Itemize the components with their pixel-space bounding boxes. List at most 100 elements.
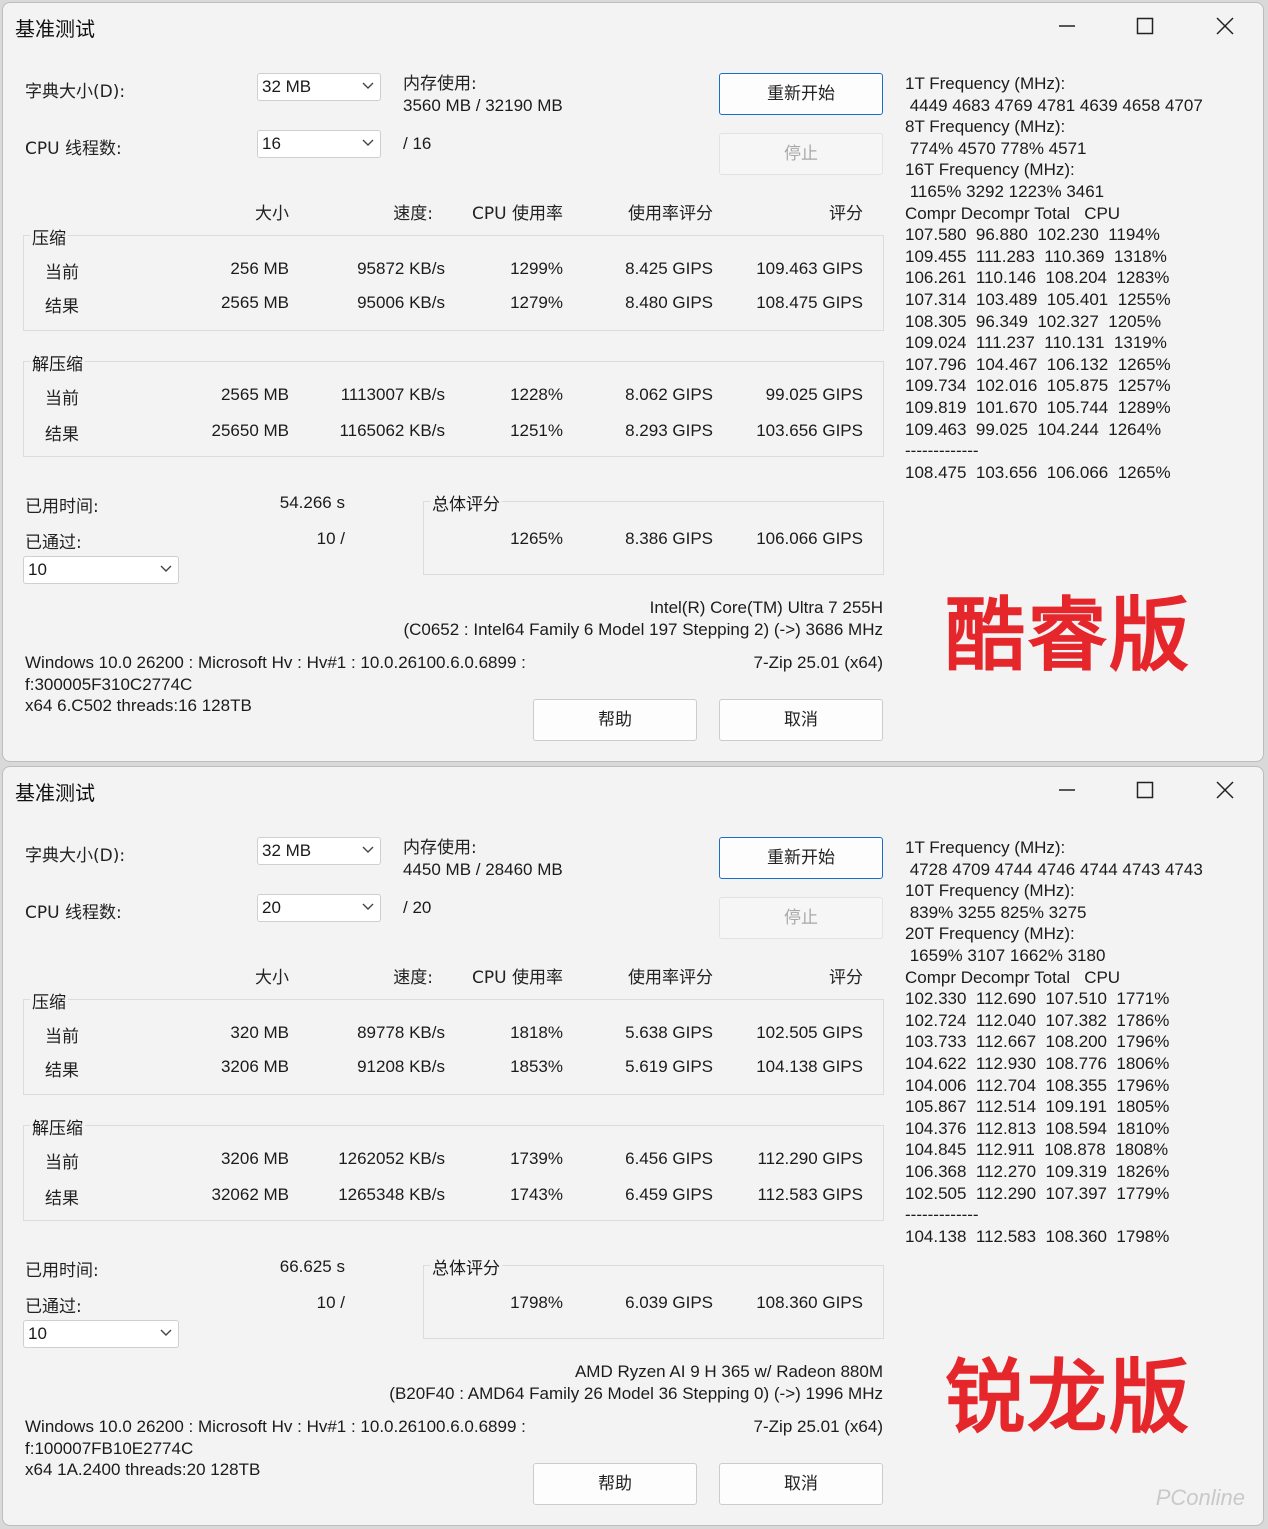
- decompress-result-rating: 112.583 GIPS: [757, 1185, 863, 1204]
- cancel-button[interactable]: 取消: [719, 699, 883, 741]
- passes-select[interactable]: 10: [23, 1320, 179, 1348]
- decompress-result-usage-rating: 8.293 GIPS: [625, 421, 713, 440]
- log-line: 104.138 112.583 108.360 1798%: [905, 1226, 1170, 1246]
- chevron-down-icon: [362, 846, 374, 853]
- log-line: 104.622 112.930 108.776 1806%: [905, 1053, 1170, 1073]
- header-usage-rating: 使用率评分: [628, 204, 713, 224]
- header-cpu-usage: CPU 使用率: [472, 968, 563, 988]
- log-line: 839% 3255 825% 3275: [905, 902, 1087, 922]
- total-usage-rating: 8.386 GIPS: [625, 529, 713, 548]
- memory-usage-label: 内存使用:: [403, 838, 477, 858]
- close-icon: [1216, 17, 1234, 35]
- log-line: 105.867 112.514 109.191 1805%: [905, 1097, 1170, 1117]
- compress-result-usage-rating: 8.480 GIPS: [625, 293, 713, 312]
- decompress-current-speed: 1262052 KB/s: [338, 1149, 445, 1168]
- log-line: 107.314 103.489 105.401 1255%: [905, 289, 1171, 309]
- log-line: 109.024 111.237 110.131 1319%: [905, 333, 1167, 353]
- title-bar[interactable]: 基准测试: [3, 3, 1263, 51]
- cancel-button[interactable]: 取消: [719, 1463, 883, 1505]
- minimize-icon: [1059, 25, 1075, 27]
- decompress-result-speed: 1165062 KB/s: [339, 421, 445, 440]
- compress-current-speed: 89778 KB/s: [357, 1023, 445, 1042]
- cpu-detail: (B20F40 : AMD64 Family 26 Model 36 Stepp…: [389, 1384, 883, 1403]
- cpu-name: AMD Ryzen AI 9 H 365 w/ Radeon 880M: [574, 1362, 883, 1381]
- log-line: Compr Decompr Total CPU: [905, 967, 1121, 987]
- cpu-threads-select[interactable]: 20: [257, 894, 381, 922]
- header-rating: 评分: [829, 968, 863, 988]
- restart-button[interactable]: 重新开始: [719, 73, 883, 115]
- compress-current-label: 当前: [45, 1027, 79, 1047]
- decompress-result-usage-rating: 6.459 GIPS: [625, 1185, 713, 1204]
- decompress-current-cpu: 1228%: [510, 385, 563, 404]
- help-button[interactable]: 帮助: [533, 1463, 697, 1505]
- log-line: 106.261 110.146 108.204 1283%: [905, 268, 1170, 288]
- log-line: 109.463 99.025 104.244 1264%: [905, 419, 1162, 439]
- cpu-threads-select[interactable]: 16: [257, 130, 381, 158]
- help-button[interactable]: 帮助: [533, 699, 697, 741]
- passes-value: 10 /: [316, 1293, 345, 1312]
- log-line: 109.734 102.016 105.875 1257%: [905, 376, 1171, 396]
- chevron-down-icon: [160, 565, 172, 572]
- ryzen-version-watermark: 锐龙版: [945, 1351, 1191, 1444]
- close-icon: [1216, 781, 1234, 799]
- minimize-button[interactable]: [1037, 767, 1097, 813]
- benchmark-log: 1T Frequency (MHz): 4728 4709 4744 4746 …: [905, 837, 1203, 1247]
- passes-select-value: 10: [28, 1324, 47, 1343]
- maximize-button[interactable]: [1115, 767, 1175, 813]
- header-speed: 速度:: [393, 204, 433, 224]
- compress-result-size: 3206 MB: [220, 1057, 289, 1076]
- log-line: 1T Frequency (MHz):: [905, 74, 1066, 93]
- cpu-detail: (C0652 : Intel64 Family 6 Model 197 Step…: [403, 620, 883, 639]
- pconline-logo: PConline: [1155, 1485, 1245, 1510]
- x64-info: x64 1A.2400 threads:20 128TB: [25, 1460, 261, 1479]
- log-line: 106.368 112.270 109.319 1826%: [905, 1161, 1170, 1181]
- close-button[interactable]: [1195, 767, 1255, 813]
- stop-button[interactable]: 停止: [719, 133, 883, 175]
- compress-result-label: 结果: [45, 1061, 79, 1081]
- cpu-threads-label: CPU 线程数:: [25, 903, 122, 923]
- maximize-button[interactable]: [1115, 3, 1175, 49]
- compress-group-title: 压缩: [30, 224, 68, 249]
- header-size: 大小: [255, 204, 289, 224]
- benchmark-window-intel: 基准测试 字典大小(D): 32 MB 内存使用: 3560 MB / 3219…: [2, 2, 1264, 762]
- log-line: 103.733 112.667 108.200 1796%: [905, 1032, 1170, 1052]
- compress-result-cpu: 1853%: [510, 1057, 563, 1076]
- decompress-result-rating: 103.656 GIPS: [756, 421, 863, 440]
- compress-result-size: 2565 MB: [220, 293, 289, 312]
- passes-select[interactable]: 10: [23, 556, 179, 584]
- total-cpu: 1265%: [510, 529, 563, 548]
- total-cpu: 1798%: [510, 1293, 563, 1312]
- decompress-result-label: 结果: [45, 425, 79, 445]
- stop-button[interactable]: 停止: [719, 897, 883, 939]
- compress-current-size: 256 MB: [230, 259, 289, 278]
- header-speed: 速度:: [393, 968, 433, 988]
- total-rating: 106.066 GIPS: [756, 529, 863, 548]
- title-bar[interactable]: 基准测试: [3, 767, 1263, 815]
- header-rating: 评分: [829, 204, 863, 224]
- log-line: 108.305 96.349 102.327 1205%: [905, 311, 1162, 331]
- decompress-current-usage-rating: 8.062 GIPS: [625, 385, 713, 404]
- close-button[interactable]: [1195, 3, 1255, 49]
- passes-value: 10 /: [316, 529, 345, 548]
- app-version: 7-Zip 25.01 (x64): [753, 1417, 883, 1436]
- os-info: Windows 10.0 26200 : Microsoft Hv : Hv#1…: [25, 1417, 526, 1436]
- minimize-button[interactable]: [1037, 3, 1097, 49]
- cpu-threads-value: 20: [262, 898, 281, 917]
- cpu-name: Intel(R) Core(TM) Ultra 7 255H: [649, 598, 883, 617]
- compress-current-usage-rating: 8.425 GIPS: [625, 259, 713, 278]
- restart-button[interactable]: 重新开始: [719, 837, 883, 879]
- compress-result-speed: 95006 KB/s: [357, 293, 445, 312]
- compress-current-rating: 102.505 GIPS: [756, 1023, 863, 1042]
- log-line: 107.796 104.467 106.132 1265%: [905, 354, 1171, 374]
- dict-size-value: 32 MB: [262, 841, 312, 860]
- window-title: 基准测试: [15, 17, 95, 41]
- total-usage-rating: 6.039 GIPS: [625, 1293, 713, 1312]
- dict-size-select[interactable]: 32 MB: [257, 837, 381, 865]
- decompress-group: 解压缩: [23, 350, 884, 457]
- dict-size-select[interactable]: 32 MB: [257, 73, 381, 101]
- log-line: Compr Decompr Total CPU: [905, 203, 1121, 223]
- chevron-down-icon: [362, 903, 374, 910]
- decompress-group-title: 解压缩: [30, 350, 85, 375]
- log-line: 774% 4570 778% 4571: [905, 138, 1087, 158]
- maximize-icon: [1136, 781, 1154, 799]
